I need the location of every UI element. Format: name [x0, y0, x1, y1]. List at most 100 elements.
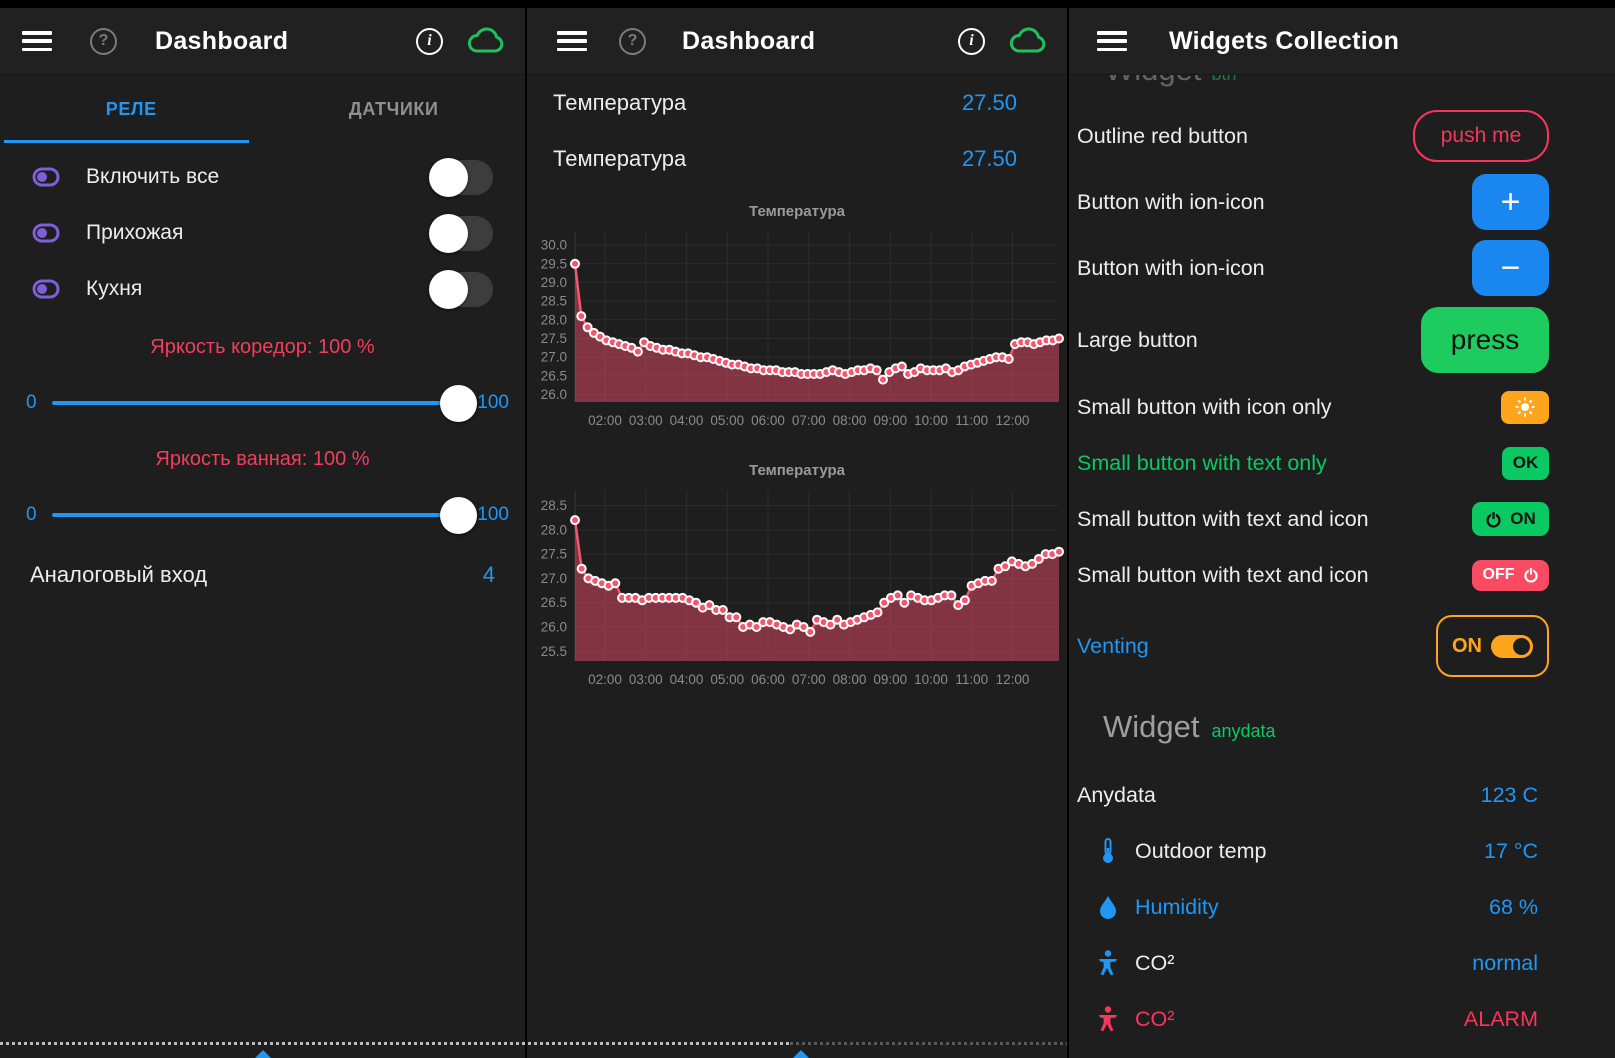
widget-label: Outline red button — [1077, 124, 1248, 149]
help-icon[interactable]: ? — [90, 28, 117, 55]
data-row-co2-normal: CO² normal — [1069, 935, 1615, 991]
data-label: Anydata — [1077, 783, 1156, 808]
data-row-humidity: Humidity 68 % — [1069, 879, 1615, 935]
widget-label: Small button with text only — [1077, 451, 1327, 476]
cloud-connected-icon — [1007, 26, 1049, 56]
widget-row-venting: Venting ON — [1069, 603, 1615, 689]
menu-icon[interactable] — [1097, 31, 1127, 51]
switch-knob[interactable] — [429, 270, 468, 309]
temperature-label: Температура — [553, 90, 686, 116]
widget-label: Button with ion-icon — [1077, 256, 1265, 281]
active-tab-underline — [4, 140, 249, 143]
off-button-label: OFF — [1483, 566, 1515, 584]
svg-text:09:00: 09:00 — [873, 413, 907, 428]
toggle-icon — [32, 223, 60, 243]
svg-text:25.5: 25.5 — [541, 644, 567, 659]
tab-bar: РЕЛЕ ДАТЧИКИ — [0, 75, 525, 143]
ok-button[interactable]: OK — [1502, 447, 1549, 480]
tab-relays[interactable]: РЕЛЕ — [0, 75, 263, 143]
slider-bathroom-track[interactable] — [52, 495, 473, 535]
svg-text:26.5: 26.5 — [541, 595, 567, 610]
switch-row-all: Включить все — [0, 149, 525, 205]
tab-sensors[interactable]: ДАТЧИКИ — [263, 75, 526, 143]
slider-track[interactable] — [52, 513, 473, 517]
slider-knob[interactable] — [440, 385, 477, 422]
svg-text:04:00: 04:00 — [670, 672, 704, 687]
slider-min-label: 0 — [16, 392, 50, 414]
slider-corridor: 0 100 — [0, 365, 525, 441]
page-title: Widgets Collection — [1169, 27, 1399, 56]
water-drop-icon — [1099, 895, 1117, 919]
svg-text:03:00: 03:00 — [629, 413, 663, 428]
below-fold-widget-peek — [792, 1050, 810, 1058]
slider-bathroom: 0 100 — [0, 477, 525, 553]
svg-text:28.5: 28.5 — [541, 294, 567, 309]
svg-text:27.0: 27.0 — [541, 571, 567, 586]
panel-dashboard-sensors: ? Dashboard i Температура 27.50 Температ… — [527, 8, 1067, 1058]
info-icon[interactable]: i — [958, 28, 985, 55]
press-button[interactable]: press — [1421, 307, 1549, 373]
data-label: Humidity — [1135, 895, 1219, 920]
off-button[interactable]: OFF — [1472, 560, 1549, 591]
widget-row-outline-button: Outline red button push me — [1069, 103, 1615, 169]
temperature-value: 27.50 — [962, 146, 1017, 172]
svg-text:29.0: 29.0 — [541, 275, 567, 290]
slider-track[interactable] — [52, 401, 473, 405]
svg-text:26.5: 26.5 — [541, 368, 567, 383]
venting-toggle[interactable] — [1491, 635, 1533, 658]
appbar-middle: ? Dashboard i — [527, 8, 1067, 75]
info-icon[interactable]: i — [416, 28, 443, 55]
switch-hallway-toggle[interactable] — [431, 216, 493, 251]
below-fold-widget-peek — [254, 1050, 272, 1058]
svg-text:08:00: 08:00 — [833, 672, 867, 687]
data-value: 68 % — [1489, 895, 1538, 920]
slider-max-label: 100 — [475, 392, 509, 414]
temperature-chart-2-plot: 28.528.027.527.026.526.025.502:0003:0004… — [529, 485, 1065, 695]
app-screen: ? Dashboard i РЕЛЕ ДАТЧИКИ Включить все — [0, 0, 1615, 1058]
svg-text:07:00: 07:00 — [792, 413, 826, 428]
switch-label: Включить все — [86, 165, 219, 189]
svg-text:09:00: 09:00 — [873, 672, 907, 687]
svg-text:03:00: 03:00 — [629, 672, 663, 687]
slider-corridor-track[interactable] — [52, 383, 473, 423]
switch-all-toggle[interactable] — [431, 160, 493, 195]
chart-title: Температура — [529, 457, 1065, 485]
switch-label: Прихожая — [86, 221, 183, 245]
tab-relays-label: РЕЛЕ — [106, 99, 157, 120]
venting-state-label: ON — [1452, 635, 1482, 658]
svg-text:27.5: 27.5 — [541, 547, 567, 562]
svg-text:08:00: 08:00 — [833, 413, 867, 428]
svg-text:12:00: 12:00 — [996, 672, 1030, 687]
chart-title: Температура — [529, 198, 1065, 226]
push-me-button[interactable]: push me — [1413, 110, 1549, 162]
toggle-icon — [32, 167, 60, 187]
temperature-chart-1-plot: 30.029.529.028.528.027.527.026.526.002:0… — [529, 226, 1065, 436]
on-button[interactable]: ON — [1472, 502, 1549, 536]
switch-kitchen-toggle[interactable] — [431, 272, 493, 307]
widget-label: Button with ion-icon — [1077, 190, 1265, 215]
switch-knob[interactable] — [429, 158, 468, 197]
switch-knob[interactable] — [429, 214, 468, 253]
temperature-row-2: Температура 27.50 — [527, 131, 1067, 187]
sun-button[interactable] — [1501, 391, 1549, 424]
svg-text:05:00: 05:00 — [710, 413, 744, 428]
svg-text:06:00: 06:00 — [751, 413, 785, 428]
widget-row-text-only-button: Small button with text only OK — [1069, 435, 1615, 491]
widget-label: Small button with text and icon — [1077, 507, 1369, 532]
temperature-row-1: Температура 27.50 — [527, 75, 1067, 131]
svg-text:02:00: 02:00 — [588, 413, 622, 428]
help-icon[interactable]: ? — [619, 28, 646, 55]
menu-icon[interactable] — [557, 31, 587, 51]
slider-knob[interactable] — [440, 497, 477, 534]
page-title: Dashboard — [155, 27, 288, 56]
venting-toggle-button[interactable]: ON — [1436, 615, 1549, 677]
svg-text:26.0: 26.0 — [541, 620, 567, 635]
svg-text:28.0: 28.0 — [541, 312, 567, 327]
menu-icon[interactable] — [22, 31, 52, 51]
slider-label-corridor: Яркость коредор: 100 % — [0, 329, 525, 365]
widget-row-plus-button: Button with ion-icon + — [1069, 169, 1615, 235]
plus-button[interactable]: + — [1472, 174, 1549, 230]
minus-button[interactable]: − — [1472, 240, 1549, 296]
temperature-chart-1: Температура 30.029.529.028.528.027.527.0… — [529, 198, 1065, 436]
data-row-co2-alarm: CO² ALARM — [1069, 991, 1615, 1047]
